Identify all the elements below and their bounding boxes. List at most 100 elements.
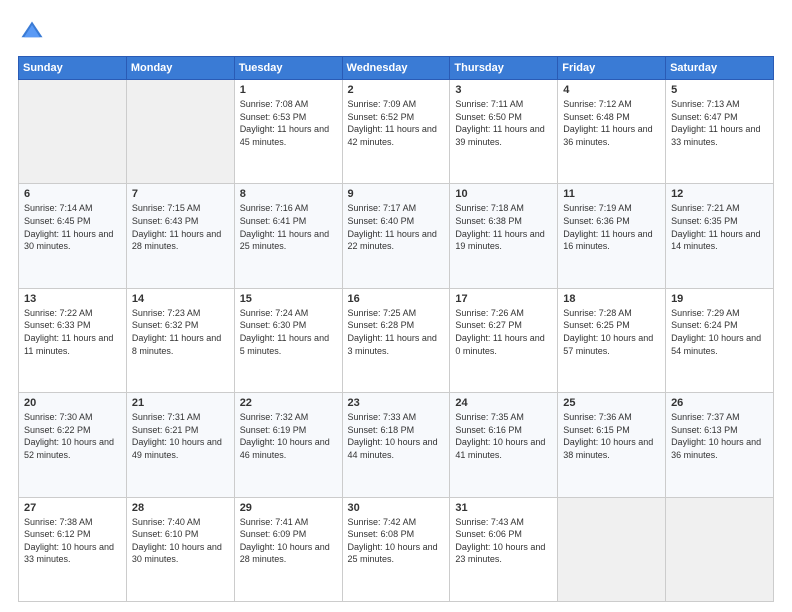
day-header-thursday: Thursday (450, 57, 558, 80)
day-number: 31 (455, 502, 552, 514)
calendar-cell: 9Sunrise: 7:17 AMSunset: 6:40 PMDaylight… (342, 184, 450, 288)
cell-text: Sunrise: 7:31 AMSunset: 6:21 PMDaylight:… (132, 412, 222, 460)
day-number: 25 (563, 397, 660, 409)
calendar-cell: 22 Sunrise: 7:32 AMSunset: 6:19 PMDayligh… (234, 393, 342, 497)
calendar-week-row: 20 Sunrise: 7:30 AMSunset: 6:22 PMDayligh… (19, 393, 774, 497)
day-number: 11 (563, 188, 660, 200)
day-number: 23 (348, 397, 445, 409)
page: SundayMondayTuesdayWednesdayThursdayFrid… (0, 0, 792, 612)
day-number: 15 (240, 293, 337, 305)
calendar-cell: 25 Sunrise: 7:36 AMSunset: 6:15 PMDayligh… (558, 393, 666, 497)
calendar-cell: 3 Sunrise: 7:11 AMSunset: 6:50 PMDaylight… (450, 80, 558, 184)
calendar-cell: 29 Sunrise: 7:41 AMSunset: 6:09 PMDayligh… (234, 497, 342, 601)
cell-text: Sunrise: 7:11 AMSunset: 6:50 PMDaylight:… (455, 99, 544, 147)
day-number: 2 (348, 84, 445, 96)
calendar-cell: 7Sunrise: 7:15 AMSunset: 6:43 PMDaylight… (126, 184, 234, 288)
day-number: 6 (24, 188, 121, 200)
cell-text: Sunrise: 7:30 AMSunset: 6:22 PMDaylight:… (24, 412, 114, 460)
day-number: 29 (240, 502, 337, 514)
header (18, 18, 774, 46)
cell-text: Sunrise: 7:23 AMSunset: 6:32 PMDaylight:… (132, 308, 221, 356)
calendar-cell (666, 497, 774, 601)
calendar-header-row: SundayMondayTuesdayWednesdayThursdayFrid… (19, 57, 774, 80)
cell-text: Sunrise: 7:09 AMSunset: 6:52 PMDaylight:… (348, 99, 437, 147)
calendar-week-row: 27 Sunrise: 7:38 AMSunset: 6:12 PMDayligh… (19, 497, 774, 601)
calendar-week-row: 6Sunrise: 7:14 AMSunset: 6:45 PMDaylight… (19, 184, 774, 288)
day-number: 27 (24, 502, 121, 514)
calendar-cell: 6Sunrise: 7:14 AMSunset: 6:45 PMDaylight… (19, 184, 127, 288)
calendar-cell: 31 Sunrise: 7:43 AMSunset: 6:06 PMDayligh… (450, 497, 558, 601)
calendar-week-row: 13Sunrise: 7:22 AMSunset: 6:33 PMDayligh… (19, 288, 774, 392)
calendar-cell: 11 Sunrise: 7:19 AMSunset: 6:36 PMDayligh… (558, 184, 666, 288)
cell-text: Sunrise: 7:26 AMSunset: 6:27 PMDaylight:… (455, 308, 544, 356)
calendar-cell (19, 80, 127, 184)
calendar-cell: 21 Sunrise: 7:31 AMSunset: 6:21 PMDayligh… (126, 393, 234, 497)
calendar-cell: 26 Sunrise: 7:37 AMSunset: 6:13 PMDayligh… (666, 393, 774, 497)
calendar-cell: 15 Sunrise: 7:24 AMSunset: 6:30 PMDayligh… (234, 288, 342, 392)
cell-text: Sunrise: 7:43 AMSunset: 6:06 PMDaylight:… (455, 517, 545, 565)
calendar-cell (558, 497, 666, 601)
cell-text: Sunrise: 7:13 AMSunset: 6:47 PMDaylight:… (671, 99, 760, 147)
day-number: 7 (132, 188, 229, 200)
cell-text: Sunrise: 7:37 AMSunset: 6:13 PMDaylight:… (671, 412, 761, 460)
cell-text: Sunrise: 7:24 AMSunset: 6:30 PMDaylight:… (240, 308, 329, 356)
day-number: 9 (348, 188, 445, 200)
day-number: 10 (455, 188, 552, 200)
day-number: 21 (132, 397, 229, 409)
cell-text: Sunrise: 7:38 AMSunset: 6:12 PMDaylight:… (24, 517, 114, 565)
calendar-cell: 17 Sunrise: 7:26 AMSunset: 6:27 PMDayligh… (450, 288, 558, 392)
calendar-cell (126, 80, 234, 184)
cell-text: Sunrise: 7:40 AMSunset: 6:10 PMDaylight:… (132, 517, 222, 565)
cell-text: Sunrise: 7:32 AMSunset: 6:19 PMDaylight:… (240, 412, 330, 460)
calendar-cell: 16Sunrise: 7:25 AMSunset: 6:28 PMDayligh… (342, 288, 450, 392)
cell-text: Sunrise: 7:28 AMSunset: 6:25 PMDaylight:… (563, 308, 653, 356)
day-header-saturday: Saturday (666, 57, 774, 80)
calendar-cell: 13Sunrise: 7:22 AMSunset: 6:33 PMDayligh… (19, 288, 127, 392)
day-number: 17 (455, 293, 552, 305)
cell-text: Sunrise: 7:18 AMSunset: 6:38 PMDaylight:… (455, 203, 544, 251)
cell-text: Sunrise: 7:21 AMSunset: 6:35 PMDaylight:… (671, 203, 760, 251)
day-header-wednesday: Wednesday (342, 57, 450, 80)
calendar-cell: 2 Sunrise: 7:09 AMSunset: 6:52 PMDaylight… (342, 80, 450, 184)
cell-text: Sunrise: 7:25 AMSunset: 6:28 PMDaylight:… (348, 308, 437, 356)
day-header-tuesday: Tuesday (234, 57, 342, 80)
day-header-monday: Monday (126, 57, 234, 80)
cell-text: Sunrise: 7:42 AMSunset: 6:08 PMDaylight:… (348, 517, 438, 565)
cell-text: Sunrise: 7:41 AMSunset: 6:09 PMDaylight:… (240, 517, 330, 565)
calendar-cell: 30 Sunrise: 7:42 AMSunset: 6:08 PMDayligh… (342, 497, 450, 601)
cell-text: Sunrise: 7:36 AMSunset: 6:15 PMDaylight:… (563, 412, 653, 460)
day-number: 22 (240, 397, 337, 409)
calendar-cell: 5Sunrise: 7:13 AMSunset: 6:47 PMDaylight… (666, 80, 774, 184)
calendar-cell: 1 Sunrise: 7:08 AMSunset: 6:53 PMDaylight… (234, 80, 342, 184)
cell-text: Sunrise: 7:19 AMSunset: 6:36 PMDaylight:… (563, 203, 652, 251)
calendar-cell: 24 Sunrise: 7:35 AMSunset: 6:16 PMDayligh… (450, 393, 558, 497)
calendar-cell: 4 Sunrise: 7:12 AMSunset: 6:48 PMDaylight… (558, 80, 666, 184)
day-number: 4 (563, 84, 660, 96)
cell-text: Sunrise: 7:29 AMSunset: 6:24 PMDaylight:… (671, 308, 761, 356)
cell-text: Sunrise: 7:08 AMSunset: 6:53 PMDaylight:… (240, 99, 329, 147)
day-number: 30 (348, 502, 445, 514)
day-number: 1 (240, 84, 337, 96)
calendar-cell: 10 Sunrise: 7:18 AMSunset: 6:38 PMDayligh… (450, 184, 558, 288)
cell-text: Sunrise: 7:35 AMSunset: 6:16 PMDaylight:… (455, 412, 545, 460)
calendar-cell: 8 Sunrise: 7:16 AMSunset: 6:41 PMDaylight… (234, 184, 342, 288)
cell-text: Sunrise: 7:16 AMSunset: 6:41 PMDaylight:… (240, 203, 329, 251)
day-number: 19 (671, 293, 768, 305)
calendar-week-row: 1 Sunrise: 7:08 AMSunset: 6:53 PMDaylight… (19, 80, 774, 184)
day-number: 18 (563, 293, 660, 305)
calendar-cell: 27 Sunrise: 7:38 AMSunset: 6:12 PMDayligh… (19, 497, 127, 601)
calendar-table: SundayMondayTuesdayWednesdayThursdayFrid… (18, 56, 774, 602)
calendar-cell: 19 Sunrise: 7:29 AMSunset: 6:24 PMDayligh… (666, 288, 774, 392)
day-number: 20 (24, 397, 121, 409)
calendar-cell: 20 Sunrise: 7:30 AMSunset: 6:22 PMDayligh… (19, 393, 127, 497)
calendar-cell: 14Sunrise: 7:23 AMSunset: 6:32 PMDayligh… (126, 288, 234, 392)
calendar-cell: 23Sunrise: 7:33 AMSunset: 6:18 PMDayligh… (342, 393, 450, 497)
day-number: 3 (455, 84, 552, 96)
calendar-cell: 28Sunrise: 7:40 AMSunset: 6:10 PMDayligh… (126, 497, 234, 601)
cell-text: Sunrise: 7:12 AMSunset: 6:48 PMDaylight:… (563, 99, 652, 147)
day-number: 26 (671, 397, 768, 409)
day-number: 24 (455, 397, 552, 409)
day-number: 12 (671, 188, 768, 200)
day-number: 8 (240, 188, 337, 200)
day-number: 13 (24, 293, 121, 305)
